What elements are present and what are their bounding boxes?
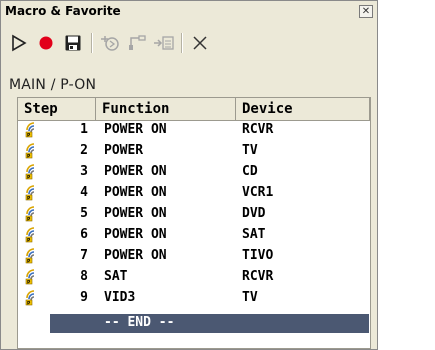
remote-signal-icon: P [25,269,41,286]
function-cell: POWER ON [104,185,167,200]
step-number: 1 [80,122,88,137]
table-row[interactable]: P 1 POWER ON RCVR [18,121,370,140]
delete-button[interactable] [188,31,212,55]
device-cell: TIVO [242,248,274,263]
function-cell: SAT [104,269,128,284]
delete-icon [193,36,207,50]
insert-step-button[interactable] [98,31,122,55]
add-step-button[interactable] [125,31,149,55]
table-row[interactable]: P 5 POWER ON DVD [18,205,370,224]
step-number: 9 [80,290,88,305]
play-icon [12,34,27,52]
column-header-step[interactable]: Step [18,98,96,120]
save-icon [65,35,81,51]
macro-favorite-window: Macro & Favorite ✕ MAIN / P-ON Step Func… [0,0,378,350]
table-header: Step Function Device [18,98,370,121]
function-cell: POWER ON [104,122,167,137]
title-bar[interactable]: Macro & Favorite ✕ [1,1,377,23]
play-button[interactable] [7,31,31,55]
table-row[interactable]: P 9 VID3 TV [18,289,370,308]
table-row[interactable]: P 7 POWER ON TIVO [18,247,370,266]
function-cell: POWER ON [104,248,167,263]
add-step-icon [129,35,146,50]
table-row[interactable]: P 8 SAT RCVR [18,268,370,287]
function-cell: VID3 [104,290,136,305]
remote-signal-icon: P [25,290,41,307]
move-step-icon [154,36,174,50]
device-cell: TV [242,143,258,158]
device-cell: RCVR [242,122,274,137]
device-cell: SAT [242,227,266,242]
table-row[interactable]: P 2 POWER TV [18,142,370,161]
device-cell: DVD [242,206,266,221]
device-cell: VCR1 [242,185,274,200]
device-cell: RCVR [242,269,274,284]
end-label: -- END -- [104,315,175,330]
record-button[interactable] [34,31,58,55]
remote-signal-icon: P [25,122,41,139]
move-step-button[interactable] [152,31,176,55]
remote-signal-icon: P [25,227,41,244]
step-number: 8 [80,269,88,284]
remote-signal-icon: P [25,143,41,160]
column-header-function[interactable]: Function [96,98,236,120]
remote-signal-icon: P [25,248,41,265]
remote-signal-icon: P [25,185,41,202]
toolbar-separator [181,33,183,53]
close-button[interactable]: ✕ [359,5,373,18]
toolbar [1,24,377,60]
function-cell: POWER ON [104,227,167,242]
macro-steps-table: Step Function Device P 1 POWER ON RCVR P 2 POW… [17,97,371,349]
record-icon [39,36,53,50]
macro-path: MAIN / P-ON [9,77,97,93]
table-row[interactable]: P 3 POWER ON CD [18,163,370,182]
function-cell: POWER [104,143,144,158]
table-row[interactable]: P 6 POWER ON SAT [18,226,370,245]
column-header-device[interactable]: Device [236,98,370,120]
remote-signal-icon: P [25,164,41,181]
step-number: 2 [80,143,88,158]
function-cell: POWER ON [104,164,167,179]
step-number: 7 [80,248,88,263]
step-number: 5 [80,206,88,221]
step-number: 6 [80,227,88,242]
device-cell: TV [242,290,258,305]
device-cell: CD [242,164,258,179]
insert-step-icon [101,36,119,51]
toolbar-separator [91,33,93,53]
step-number: 3 [80,164,88,179]
window-title: Macro & Favorite [5,4,121,18]
save-button[interactable] [61,31,85,55]
function-cell: POWER ON [104,206,167,221]
table-row[interactable]: P 4 POWER ON VCR1 [18,184,370,203]
end-marker-row[interactable]: -- END -- [50,314,369,333]
remote-signal-icon: P [25,206,41,223]
step-number: 4 [80,185,88,200]
